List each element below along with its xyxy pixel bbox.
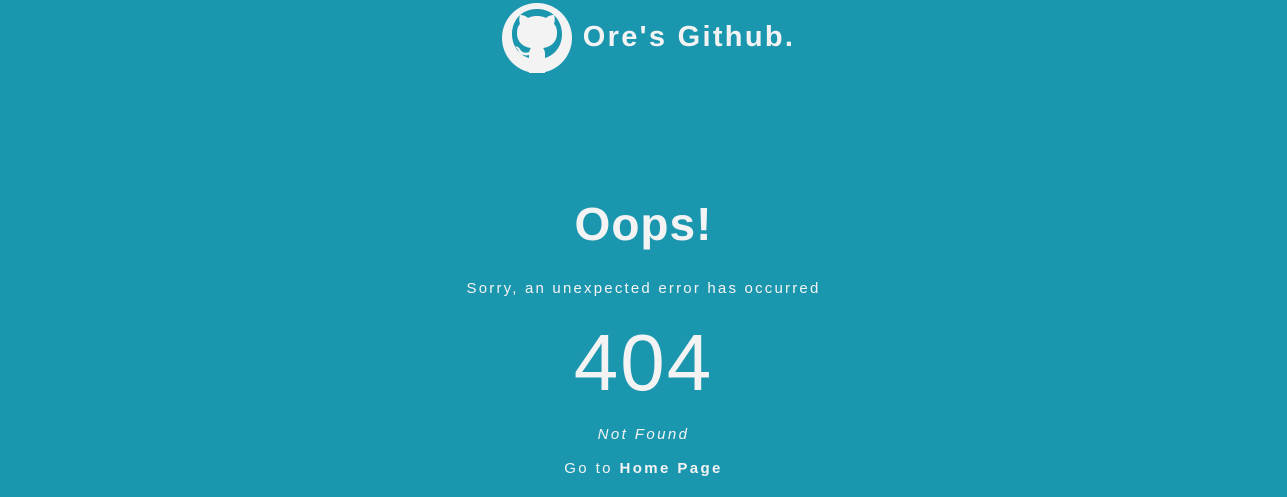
error-message: Sorry, an unexpected error has occurred (466, 280, 821, 297)
home-page-link[interactable]: Home Page (619, 460, 722, 477)
home-navigation: Go to Home Page (0, 460, 1287, 478)
site-title: Ore's Github. (582, 20, 796, 53)
error-heading: Oops! (574, 198, 713, 250)
brand-home-link[interactable]: Ore's Github. (501, 3, 796, 73)
error-code: 404 (573, 318, 714, 407)
goto-prefix: Go to (564, 460, 613, 477)
error-status-text: Not Found (597, 426, 690, 443)
github-octocat-icon (501, 3, 572, 73)
site-header: Ore's Github. (0, 3, 1287, 73)
